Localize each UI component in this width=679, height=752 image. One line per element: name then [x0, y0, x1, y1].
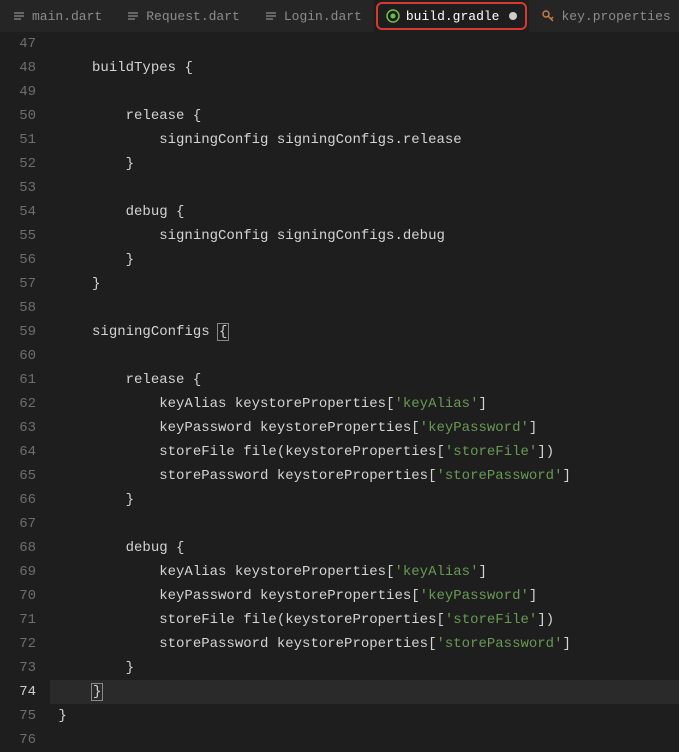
line-number: 58 [0, 296, 36, 320]
line-number: 60 [0, 344, 36, 368]
line-number: 51 [0, 128, 36, 152]
line-number: 65 [0, 464, 36, 488]
dart-icon [264, 9, 278, 23]
code-line[interactable] [50, 344, 679, 368]
code-line[interactable]: } [50, 248, 679, 272]
line-number: 64 [0, 440, 36, 464]
code-line[interactable]: } [50, 704, 679, 728]
dart-icon [12, 9, 26, 23]
tab-label: key.properties [561, 9, 670, 24]
code-line[interactable]: signingConfig signingConfigs.debug [50, 224, 679, 248]
code-line[interactable] [50, 728, 679, 752]
code-line[interactable]: release { [50, 368, 679, 392]
line-number: 53 [0, 176, 36, 200]
line-number: 63 [0, 416, 36, 440]
code-line[interactable]: } [50, 488, 679, 512]
code-line[interactable]: } [50, 680, 679, 704]
code-line[interactable]: storeFile file(keystoreProperties['store… [50, 440, 679, 464]
line-number: 50 [0, 104, 36, 128]
line-number: 55 [0, 224, 36, 248]
line-number: 75 [0, 704, 36, 728]
code-line[interactable]: keyPassword keystoreProperties['keyPassw… [50, 584, 679, 608]
line-number: 67 [0, 512, 36, 536]
tab-label: main.dart [32, 9, 102, 24]
line-number: 56 [0, 248, 36, 272]
gradle-icon [386, 9, 400, 23]
code-line[interactable] [50, 296, 679, 320]
line-number: 54 [0, 200, 36, 224]
line-number: 48 [0, 56, 36, 80]
line-number: 70 [0, 584, 36, 608]
code-line[interactable] [50, 32, 679, 56]
line-number: 62 [0, 392, 36, 416]
code-line[interactable] [50, 176, 679, 200]
tab-main-dart[interactable]: main.dart [0, 0, 114, 32]
code-line[interactable]: debug { [50, 536, 679, 560]
tab-label: Request.dart [146, 9, 240, 24]
tab-Request-dart[interactable]: Request.dart [114, 0, 252, 32]
code-line[interactable]: storePassword keystoreProperties['storeP… [50, 632, 679, 656]
line-number: 76 [0, 728, 36, 752]
tab-label: Login.dart [284, 9, 362, 24]
code-line[interactable]: buildTypes { [50, 56, 679, 80]
code-line[interactable]: keyAlias keystoreProperties['keyAlias'] [50, 392, 679, 416]
editor: 4748495051525354555657585960616263646566… [0, 32, 679, 740]
code-line[interactable]: release { [50, 104, 679, 128]
key-icon [541, 9, 555, 23]
tab-build-gradle[interactable]: build.gradle [374, 0, 530, 32]
code-line[interactable]: signingConfigs { [50, 320, 679, 344]
line-number: 69 [0, 560, 36, 584]
line-number: 47 [0, 32, 36, 56]
tab-key-properties[interactable]: key.properties [529, 0, 679, 32]
code-line[interactable]: signingConfig signingConfigs.release [50, 128, 679, 152]
code-line[interactable]: keyAlias keystoreProperties['keyAlias'] [50, 560, 679, 584]
code-line[interactable]: } [50, 272, 679, 296]
code-area[interactable]: buildTypes { release { signingConfig sig… [50, 32, 679, 740]
code-line[interactable] [50, 80, 679, 104]
tab-Login-dart[interactable]: Login.dart [252, 0, 374, 32]
dirty-indicator-icon [509, 12, 517, 20]
tab-label: build.gradle [406, 9, 500, 24]
code-line[interactable]: storeFile file(keystoreProperties['store… [50, 608, 679, 632]
line-number: 68 [0, 536, 36, 560]
line-number: 66 [0, 488, 36, 512]
line-number: 72 [0, 632, 36, 656]
line-number: 57 [0, 272, 36, 296]
code-line[interactable]: } [50, 656, 679, 680]
line-number: 49 [0, 80, 36, 104]
line-number: 73 [0, 656, 36, 680]
code-line[interactable] [50, 512, 679, 536]
code-line[interactable]: storePassword keystoreProperties['storeP… [50, 464, 679, 488]
line-number: 59 [0, 320, 36, 344]
line-number: 61 [0, 368, 36, 392]
line-number: 74 [0, 680, 36, 704]
editor-tabs: main.dart Request.dart Login.dart build.gra… [0, 0, 679, 32]
line-number: 71 [0, 608, 36, 632]
line-number: 52 [0, 152, 36, 176]
code-line[interactable]: debug { [50, 200, 679, 224]
code-line[interactable]: keyPassword keystoreProperties['keyPassw… [50, 416, 679, 440]
dart-icon [126, 9, 140, 23]
line-number-gutter: 4748495051525354555657585960616263646566… [0, 32, 50, 740]
code-line[interactable]: } [50, 152, 679, 176]
